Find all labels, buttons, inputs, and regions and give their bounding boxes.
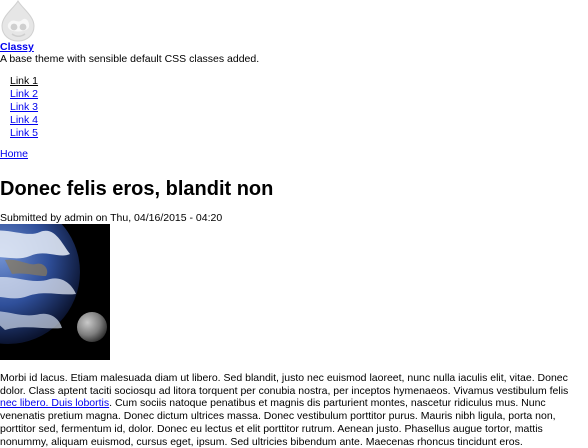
menu-link-4[interactable]: Link 4 <box>10 114 38 126</box>
node-body-text-before: Morbi id lacus. Etiam malesuada diam ut … <box>0 372 569 397</box>
site-slogan: A base theme with sensible default CSS c… <box>0 53 260 65</box>
main-menu: Link 1 Link 2 Link 3 Link 4 Link 5 <box>10 75 38 140</box>
menu-item-link-5: Link 5 <box>10 127 38 140</box>
node-body-link[interactable]: nec libero. Duis lobortis <box>0 397 109 409</box>
submitted-info: Submitted by admin on Thu, 04/16/2015 - … <box>0 212 223 224</box>
site-logo-link[interactable] <box>0 0 36 42</box>
page-title: Donec felis eros, blandit non <box>0 178 274 200</box>
earth-and-moon-image <box>0 224 110 360</box>
menu-item-link-1: Link 1 <box>10 75 38 88</box>
menu-link-1[interactable]: Link 1 <box>10 75 38 87</box>
menu-item-link-3: Link 3 <box>10 101 38 114</box>
menu-item-link-4: Link 4 <box>10 114 38 127</box>
breadcrumb-home-link[interactable]: Home <box>0 148 28 160</box>
menu-link-3[interactable]: Link 3 <box>10 101 38 113</box>
menu-item-link-2: Link 2 <box>10 88 38 101</box>
breadcrumb: Home <box>0 148 28 161</box>
node-body: Morbi id lacus. Etiam malesuada diam ut … <box>0 372 588 448</box>
menu-link-2[interactable]: Link 2 <box>10 88 38 100</box>
drupal-drop-icon <box>1 0 35 42</box>
site-name-link[interactable]: Classy <box>0 41 34 54</box>
menu-link-5[interactable]: Link 5 <box>10 127 38 139</box>
